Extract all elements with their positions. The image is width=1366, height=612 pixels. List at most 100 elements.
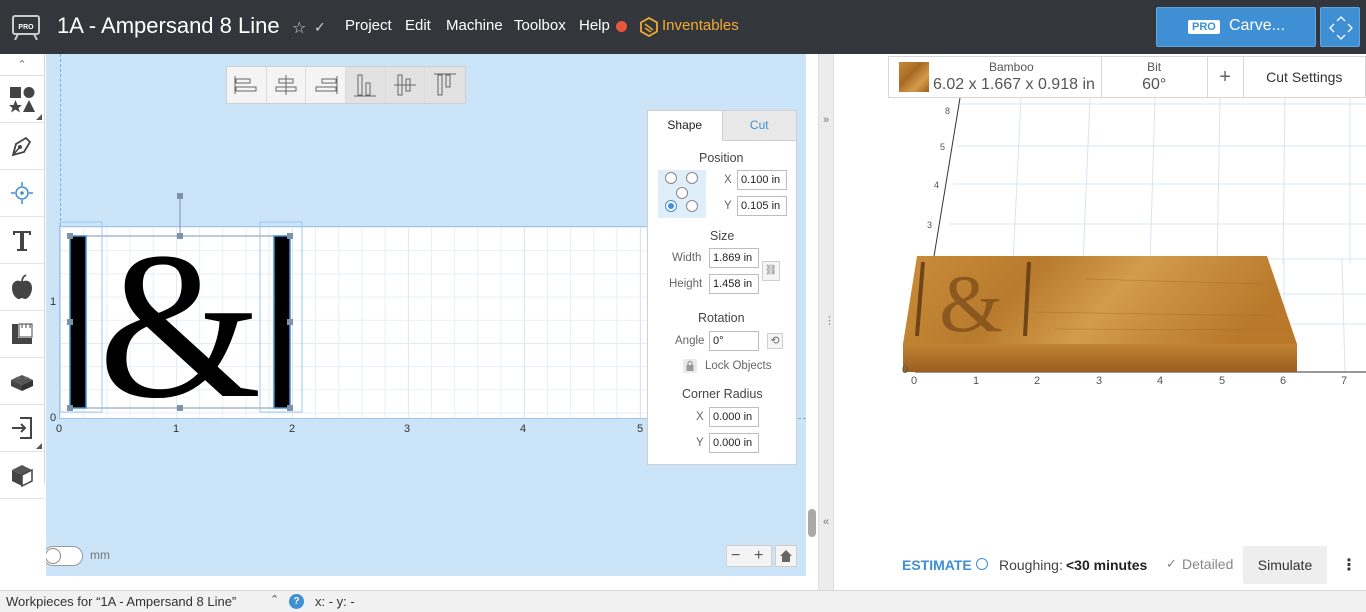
carved-ampersand: & — [939, 258, 1003, 349]
height-field[interactable]: 1.458 in — [709, 274, 759, 294]
toolbar-collapse-icon[interactable]: ⌃ — [0, 54, 44, 76]
vertical-scrollbar[interactable] — [808, 509, 816, 537]
position-y-field[interactable]: 0.105 in — [737, 196, 787, 216]
add-bit-button[interactable]: + — [1208, 57, 1244, 97]
import-button[interactable] — [0, 405, 44, 452]
collapse-right-icon[interactable]: » — [823, 114, 829, 126]
detailed-label[interactable]: Detailed — [1182, 556, 1233, 572]
bit-selector[interactable]: Bit 60° — [1102, 57, 1208, 97]
estimate-bar: ESTIMATE Roughing: <30 minutes ✓ Detaile… — [835, 546, 1366, 590]
text-button[interactable] — [0, 217, 44, 264]
resize-handle[interactable] — [67, 319, 73, 325]
carve-button[interactable]: PRO Carve... — [1156, 7, 1316, 47]
text-icon — [13, 231, 31, 251]
x-tick-label: 1 — [973, 375, 980, 387]
expand-arrows-icon — [1329, 16, 1353, 40]
material-selector[interactable]: Bamboo 6.02 x 1.667 x 0.918 in — [889, 57, 1103, 97]
position-x-field[interactable]: 0.100 in — [737, 170, 787, 190]
reset-rotation-icon[interactable]: ⟲ — [767, 333, 783, 349]
crosshair-point-icon — [11, 182, 33, 204]
link-proportions-icon[interactable]: ⛓ — [762, 261, 780, 281]
project-title[interactable]: 1A - Ampersand 8 Line — [57, 13, 280, 39]
left-toolbar: ⌃ — [0, 54, 45, 499]
x-tick-label: 1 — [173, 423, 180, 435]
z-tick-label: 3 — [927, 220, 933, 230]
position-x-label: X — [724, 174, 732, 186]
material-bar: Bamboo 6.02 x 1.667 x 0.918 in Bit 60° +… — [888, 56, 1366, 98]
menu-project[interactable]: Project — [345, 17, 392, 34]
shapes-button[interactable] — [0, 76, 44, 123]
resize-handle[interactable] — [177, 233, 183, 239]
corner-x-field[interactable]: 0.000 in — [709, 407, 759, 427]
panel-divider[interactable]: » ⋮ « — [818, 54, 835, 590]
more-options-icon[interactable]: ⋮ — [1341, 555, 1357, 575]
apps-button[interactable] — [0, 264, 44, 311]
lego-button[interactable] — [0, 358, 44, 405]
x-tick-label: 4 — [1157, 375, 1164, 387]
resize-handle[interactable] — [287, 405, 293, 411]
collapse-left-icon[interactable]: « — [823, 516, 829, 528]
resize-handle[interactable] — [177, 405, 183, 411]
3d-button[interactable] — [0, 452, 44, 499]
tab-cut[interactable]: Cut — [721, 111, 796, 141]
point-button[interactable] — [0, 170, 44, 217]
anchor-bottom-left-radio[interactable] — [665, 200, 677, 212]
menu-edit[interactable]: Edit — [405, 17, 431, 34]
lock-objects-label[interactable]: Lock Objects — [705, 360, 771, 372]
angle-field[interactable]: 0° — [709, 331, 759, 351]
ruler-button[interactable] — [0, 311, 44, 358]
simulate-button[interactable]: Simulate — [1243, 546, 1327, 584]
zoom-out-button[interactable]: − — [731, 546, 740, 566]
angle-label: Angle — [675, 335, 705, 347]
status-dot — [616, 21, 627, 32]
width-label: Width — [672, 252, 702, 264]
height-label: Height — [669, 278, 703, 290]
home-icon — [780, 550, 792, 562]
lock-icon[interactable] — [683, 359, 697, 373]
estimate-label[interactable]: ESTIMATE — [902, 557, 972, 573]
inventables-link[interactable]: Inventables — [662, 17, 739, 34]
star-icon[interactable]: ☆ — [292, 18, 306, 38]
resize-handle[interactable] — [287, 319, 293, 325]
shape-properties-panel: Shape Cut Position X 0.100 in Y 0.105 in… — [647, 110, 797, 465]
workpieces-expand-icon[interactable]: ⌃ — [270, 593, 279, 606]
carve-label: Carve... — [1229, 17, 1286, 34]
pen-button[interactable] — [0, 123, 44, 170]
home-view-button[interactable] — [775, 545, 797, 567]
tab-shape[interactable]: Shape — [648, 111, 722, 141]
anchor-center-radio[interactable] — [676, 187, 688, 199]
anchor-bottom-right-radio[interactable] — [686, 200, 698, 212]
cut-settings-button[interactable]: Cut Settings — [1244, 57, 1365, 97]
cursor-coordinates: x: - y: - — [315, 594, 355, 609]
anchor-top-left-radio[interactable] — [665, 172, 677, 184]
position-y-label: Y — [724, 200, 732, 212]
zoom-in-button[interactable]: + — [754, 546, 763, 566]
menu-toolbox[interactable]: Toolbox — [514, 17, 566, 34]
easel-logo-icon[interactable]: PRO — [12, 14, 40, 41]
help-icon[interactable]: ? — [289, 594, 304, 609]
3d-box-icon — [12, 465, 33, 488]
ruler-icon — [12, 323, 33, 344]
resize-handle[interactable] — [67, 233, 73, 239]
width-field[interactable]: 1.869 in — [709, 248, 759, 268]
inventables-hex-icon[interactable] — [640, 16, 658, 38]
material-name: Bamboo — [989, 60, 1034, 74]
y-tick-label: 0 — [50, 412, 57, 424]
menu-machine[interactable]: Machine — [446, 17, 503, 34]
units-mm-label: mm — [90, 548, 110, 562]
zoom-controls: − + — [726, 545, 772, 567]
resize-handle[interactable] — [287, 233, 293, 239]
rotate-handle[interactable] — [177, 193, 183, 199]
3d-preview-scene[interactable]: & — [835, 54, 1366, 494]
resize-handle[interactable] — [67, 405, 73, 411]
detailed-check-icon: ✓ — [1166, 556, 1177, 571]
shapes-icon — [9, 87, 35, 113]
anchor-top-right-radio[interactable] — [686, 172, 698, 184]
menu-help[interactable]: Help — [579, 17, 610, 34]
corner-y-field[interactable]: 0.000 in — [709, 433, 759, 453]
drag-handle-icon[interactable]: ⋮ — [824, 314, 835, 327]
expand-button[interactable] — [1320, 7, 1360, 47]
units-toggle[interactable] — [46, 546, 83, 566]
check-icon: ✓ — [314, 19, 326, 35]
workpieces-label[interactable]: Workpieces for “1A - Ampersand 8 Line” — [6, 594, 236, 609]
